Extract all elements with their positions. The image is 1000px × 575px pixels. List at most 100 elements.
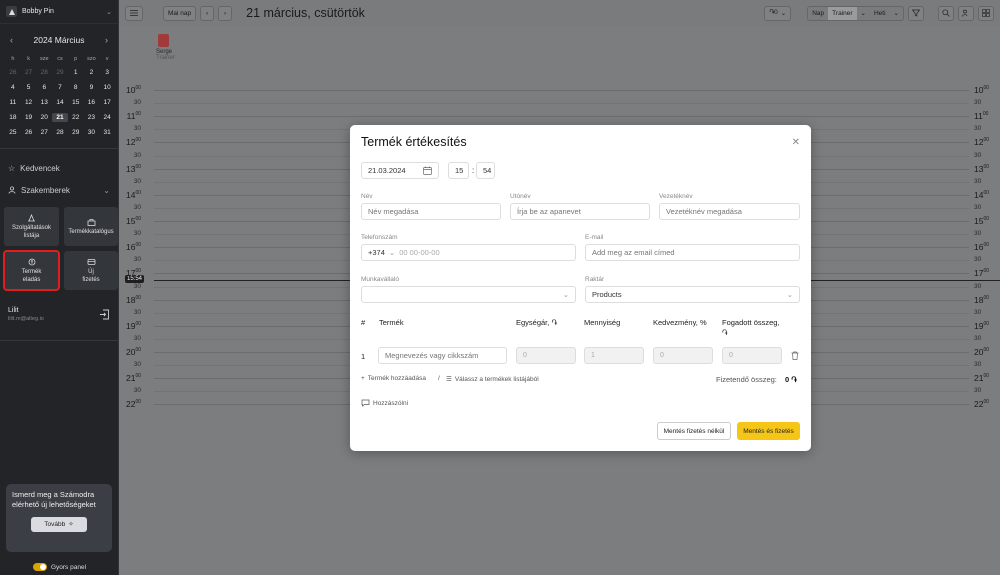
tile-product-sale[interactable]: Termék eladás xyxy=(3,250,60,291)
tile-catalog[interactable]: Termékkatalógus xyxy=(64,207,118,246)
middle-name-input[interactable] xyxy=(510,203,650,220)
calendar-day[interactable]: 28 xyxy=(52,129,68,136)
employee-select[interactable]: ⌄ xyxy=(361,286,576,303)
promo-button[interactable]: Tovább ✧ xyxy=(31,517,87,532)
calendar-day[interactable]: 12 xyxy=(21,99,37,106)
calendar-day[interactable]: 25 xyxy=(5,129,21,136)
menu-button[interactable] xyxy=(125,5,143,21)
calendar-day[interactable]: 28 xyxy=(36,69,52,76)
promo-text: Ismerd meg a Számodra elérhető új lehető… xyxy=(12,490,96,509)
nav-specialists[interactable]: Szakemberek ⌄ xyxy=(0,179,118,201)
toggle-switch[interactable] xyxy=(32,563,47,571)
add-product-link[interactable]: + Termék hozzáadása xyxy=(361,375,426,382)
quick-panel-toggle[interactable]: Gyors panel xyxy=(0,563,119,571)
chevron-down-icon: ⌄ xyxy=(388,248,396,257)
zoom-button[interactable] xyxy=(938,5,954,21)
view-day[interactable]: Nap xyxy=(808,7,828,20)
calendar-day[interactable]: 19 xyxy=(21,114,37,121)
calendar-day[interactable]: 11 xyxy=(5,99,21,106)
calendar-day[interactable]: 27 xyxy=(21,69,37,76)
calendar-day[interactable]: 1 xyxy=(68,69,84,76)
view-week[interactable]: Heti xyxy=(870,7,890,20)
qty-input[interactable]: 1 xyxy=(584,347,644,364)
calendar-day[interactable]: 23 xyxy=(84,114,100,121)
calendar-day[interactable]: 9 xyxy=(84,84,100,91)
calendar-day[interactable]: 15 xyxy=(68,99,84,106)
first-name-input[interactable] xyxy=(361,203,501,220)
calendar-day[interactable]: 30 xyxy=(84,129,100,136)
view-staff[interactable]: Trainer xyxy=(828,6,857,20)
calendar-day[interactable]: 20 xyxy=(36,114,52,121)
phone-placeholder: 00 00-00-00 xyxy=(399,248,440,257)
calendar-day[interactable]: 3 xyxy=(99,69,115,76)
grid-button[interactable] xyxy=(978,5,994,21)
phone-code[interactable]: +374 xyxy=(368,248,385,257)
calendar-day[interactable]: 7 xyxy=(52,84,68,91)
nav-favorites[interactable]: ☆ Kedvencek xyxy=(0,157,118,179)
phone-input[interactable]: +374 ⌄ 00 00-00-00 xyxy=(361,244,576,261)
col-discount: Kedvezmény, % xyxy=(653,318,707,327)
chevron-down-icon[interactable]: ⌄ xyxy=(890,7,903,20)
hour-label: 1000 xyxy=(125,85,141,95)
calendar-day[interactable]: 26 xyxy=(5,69,21,76)
comment-icon xyxy=(361,399,370,407)
calendar-day[interactable]: 14 xyxy=(52,99,68,106)
currency-dropdown[interactable]: ֏0 ⌄ xyxy=(764,5,792,21)
calendar-day[interactable]: 29 xyxy=(52,69,68,76)
trash-icon[interactable] xyxy=(791,351,799,360)
calendar-day[interactable]: 8 xyxy=(68,84,84,91)
staff-column-header[interactable]: Serge Trainer xyxy=(156,34,175,61)
choose-from-list-link[interactable]: ☰ Válassz a termékek listájából xyxy=(446,375,539,384)
prev-day-button[interactable]: ‹ xyxy=(200,5,215,21)
comment-link[interactable]: Hozzászólni xyxy=(361,399,408,407)
received-input[interactable]: 0 xyxy=(722,347,782,364)
half-hour-label: 30 xyxy=(974,99,982,107)
next-month-icon[interactable]: › xyxy=(105,35,108,45)
minute-field[interactable]: 54 xyxy=(476,162,495,179)
product-search-input[interactable] xyxy=(378,347,507,364)
calendar-day[interactable]: 22 xyxy=(68,114,84,121)
hour-label: 2000 xyxy=(974,347,990,357)
save-and-pay-button[interactable]: Mentés és fizetés xyxy=(737,422,800,440)
calendar-day[interactable]: 21 xyxy=(52,113,68,122)
calendar-day[interactable]: 4 xyxy=(5,84,21,91)
today-button[interactable]: Mai nap xyxy=(163,5,197,21)
close-icon[interactable]: ✕ xyxy=(792,137,800,148)
calendar-day[interactable]: 5 xyxy=(21,84,37,91)
price-input[interactable]: 0 xyxy=(516,347,576,364)
org-switcher[interactable]: Bobby Pin ⌄ xyxy=(0,0,118,24)
calendar-day[interactable]: 18 xyxy=(5,114,21,121)
email-input[interactable] xyxy=(585,244,800,261)
calendar-day[interactable]: 27 xyxy=(36,129,52,136)
calendar-day[interactable]: 29 xyxy=(68,129,84,136)
staff-settings-button[interactable] xyxy=(958,5,974,21)
next-day-button[interactable]: › xyxy=(218,5,233,21)
hour-label: 1100 xyxy=(126,111,141,122)
half-hour-label: 30 xyxy=(974,282,982,290)
discount-input[interactable]: 0 xyxy=(653,347,713,364)
calendar-day[interactable]: 6 xyxy=(36,84,52,91)
chevron-down-icon[interactable]: ⌄ xyxy=(857,7,870,20)
col-product: Termék xyxy=(379,318,404,327)
weekday-label: h xyxy=(11,55,15,62)
tile-new-payment[interactable]: Új fizetés xyxy=(64,251,118,290)
row-number: 1 xyxy=(361,352,366,361)
calendar-day[interactable]: 2 xyxy=(84,69,100,76)
warehouse-select[interactable]: Products ⌄ xyxy=(585,286,800,303)
logout-icon[interactable] xyxy=(99,309,110,320)
last-name-input[interactable] xyxy=(659,203,800,220)
calendar-day[interactable]: 31 xyxy=(99,129,115,136)
prev-month-icon[interactable]: ‹ xyxy=(10,35,13,45)
calendar-day[interactable]: 13 xyxy=(36,99,52,106)
calendar-day[interactable]: 24 xyxy=(99,114,115,121)
filter-button[interactable] xyxy=(908,5,924,21)
tile-services[interactable]: Szolgáltatások listája xyxy=(4,207,59,246)
calendar-day[interactable]: 17 xyxy=(99,99,115,106)
calendar-day[interactable]: 16 xyxy=(84,99,100,106)
save-without-payment-button[interactable]: Mentés fizetés nélkül xyxy=(657,422,731,440)
calendar-day[interactable]: 10 xyxy=(99,84,115,91)
half-hour-label: 30 xyxy=(133,334,141,342)
calendar-day[interactable]: 26 xyxy=(21,129,37,136)
date-field[interactable]: 21.03.2024 xyxy=(361,162,439,179)
hour-field[interactable]: 15 xyxy=(448,162,469,179)
